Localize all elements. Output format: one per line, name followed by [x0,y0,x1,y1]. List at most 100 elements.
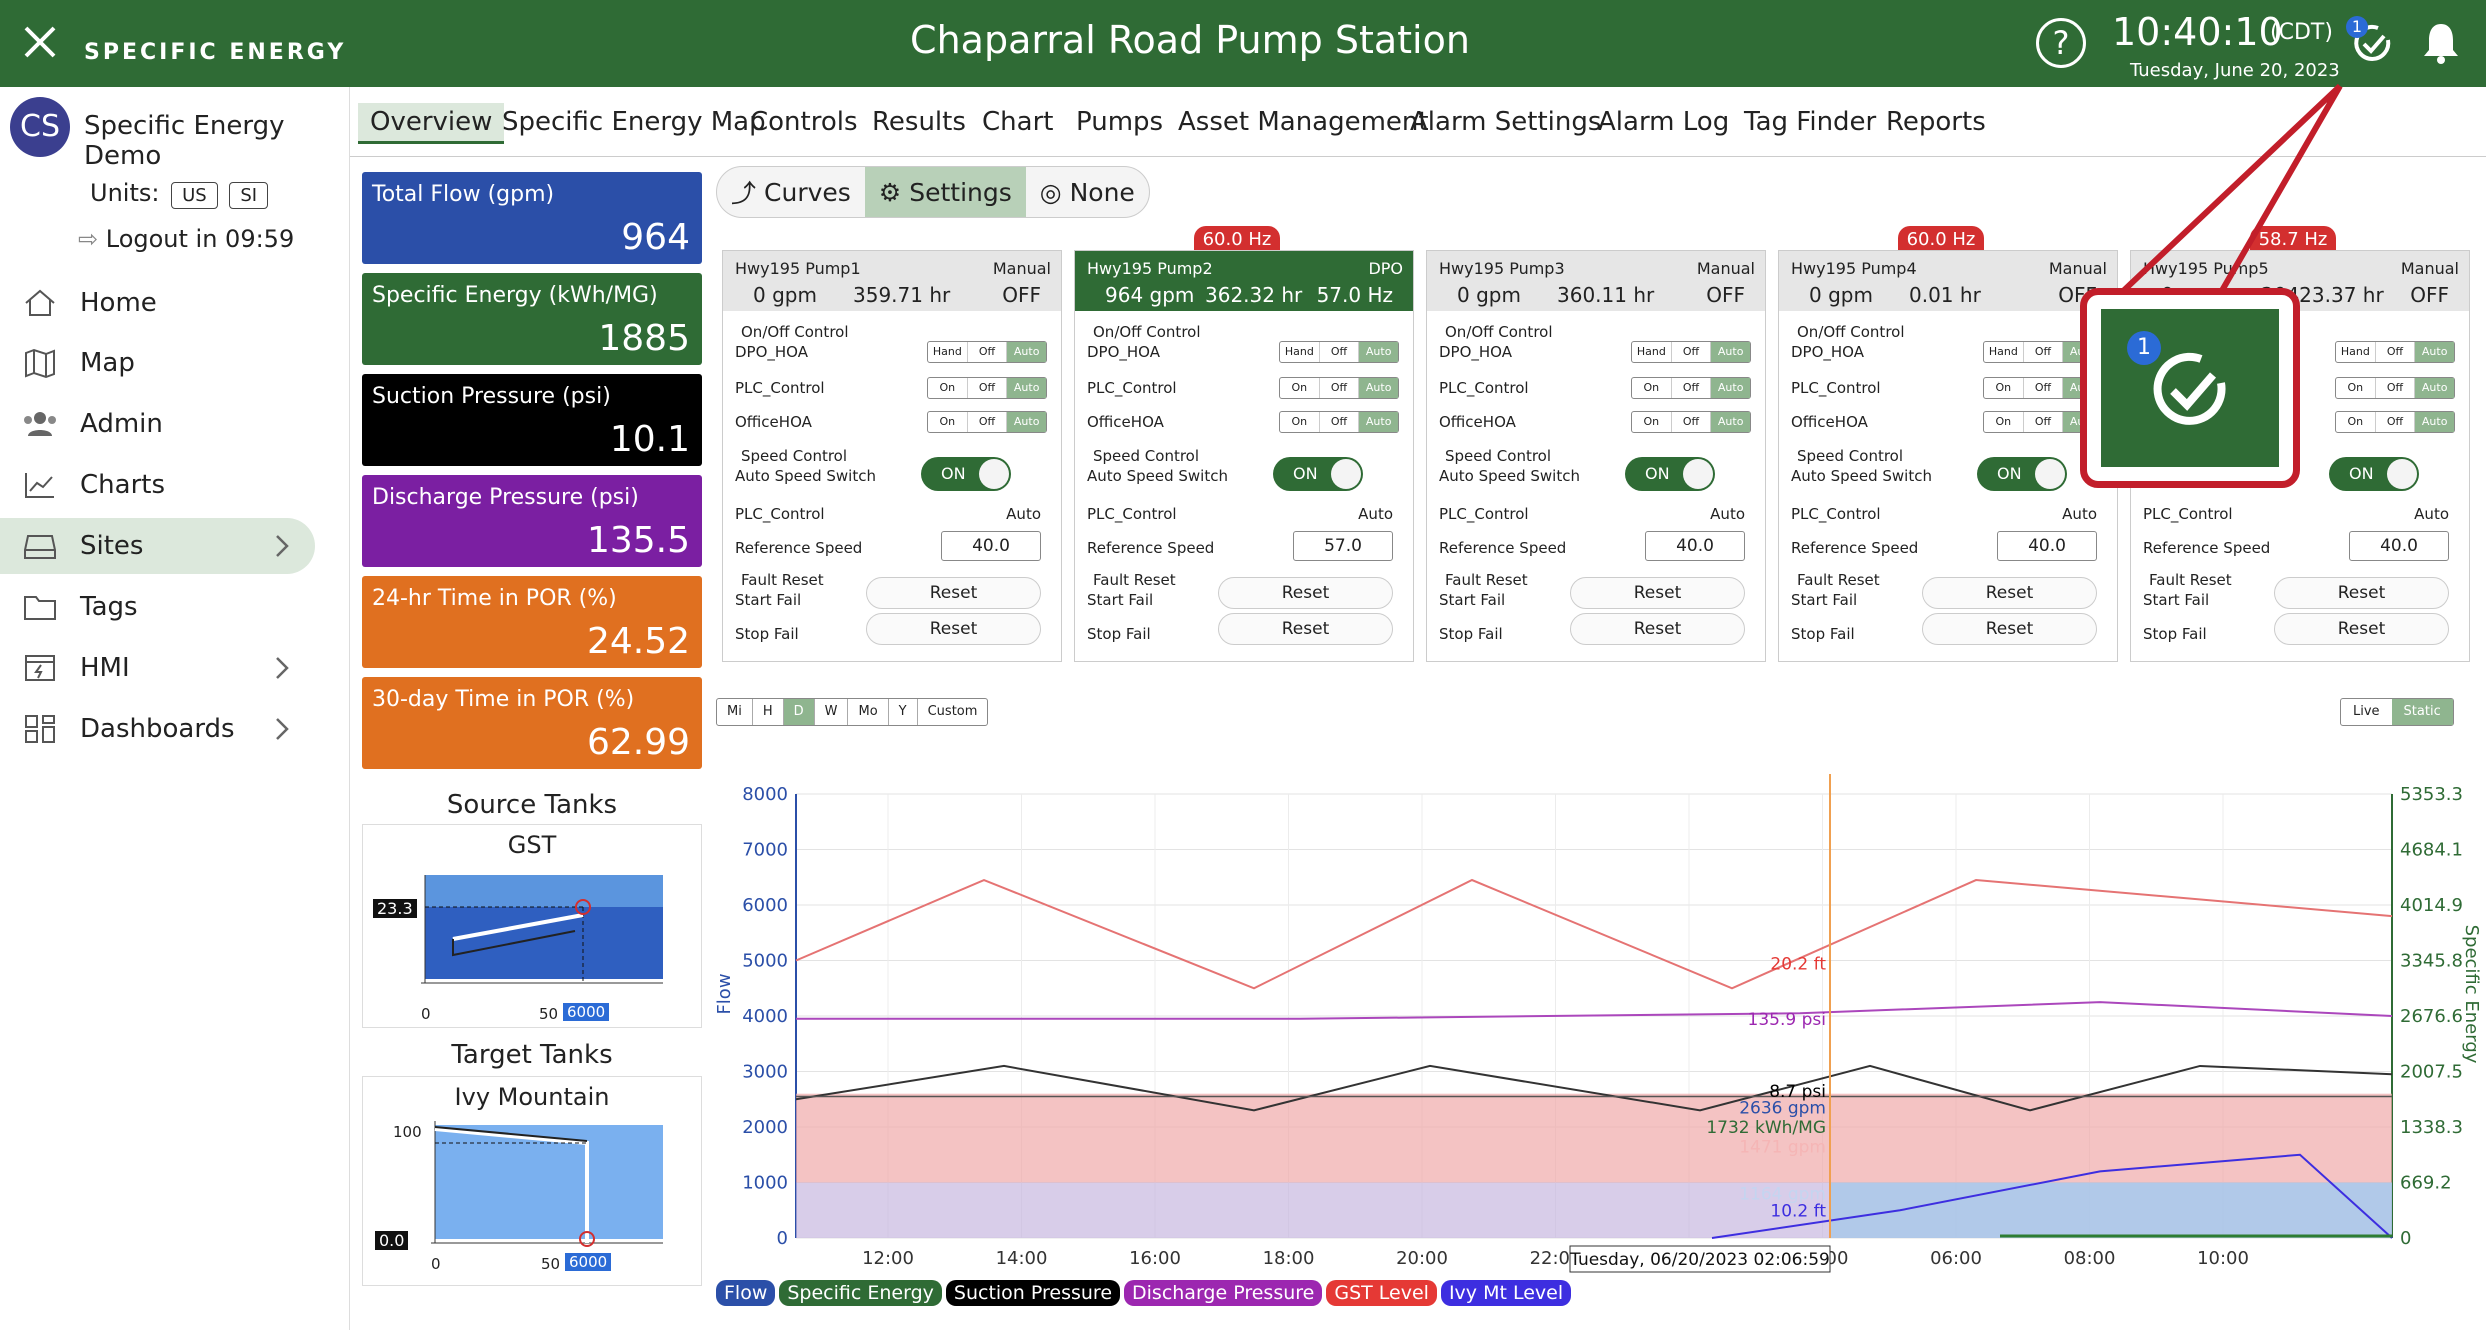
pump-header[interactable]: Hwy195 Pump1 Manual 0 gpm 359.71 hr OFF [723,251,1061,311]
legend-item[interactable]: Flow [716,1280,776,1306]
officehoa-option[interactable]: Auto [2415,412,2455,432]
sidebar-item-map[interactable]: Map [0,335,315,391]
tab-alarm-log[interactable]: Alarm Log [1586,103,1741,141]
start-fail-reset-button[interactable]: Reset [1218,577,1393,609]
plc-control-option[interactable]: Auto [2415,378,2455,398]
tab-tag-finder[interactable]: Tag Finder [1732,103,1888,141]
tab-results[interactable]: Results [860,103,978,141]
sidebar-item-dashboards[interactable]: Dashboards [0,701,315,757]
auto-speed-toggle[interactable]: ON [1977,457,2067,491]
auto-speed-toggle[interactable]: ON [1273,457,1363,491]
reference-speed-input[interactable]: 40.0 [1645,531,1745,561]
sidebar-item-admin[interactable]: Admin [0,396,315,452]
range-day[interactable]: D [783,699,815,725]
dpo-hoa-option[interactable]: Auto [1007,342,1047,362]
tab-alarm-settings[interactable]: Alarm Settings [1398,103,1613,141]
reference-speed-input[interactable]: 40.0 [2349,531,2449,561]
legend-item[interactable]: GST Level [1326,1280,1437,1306]
officehoa-option[interactable]: Off [2024,412,2064,432]
officehoa-option[interactable]: Off [2376,412,2416,432]
sidebar-item-charts[interactable]: Charts [0,457,315,513]
dpo-hoa-option[interactable]: Off [2376,342,2416,362]
start-fail-reset-button[interactable]: Reset [1570,577,1745,609]
auto-speed-toggle[interactable]: ON [2329,457,2419,491]
stop-fail-reset-button[interactable]: Reset [1922,613,2097,645]
source-tank-panel[interactable]: GST 23.3 0 50 6000 [362,824,702,1028]
dpo-hoa-option[interactable]: Hand [1280,342,1320,362]
dpo-hoa-option[interactable]: Auto [2415,342,2455,362]
plc-control-option[interactable]: Off [968,378,1008,398]
avatar[interactable]: CS [10,97,70,157]
kpi-total-flow[interactable]: Total Flow (gpm) 964 [362,172,702,264]
help-icon[interactable]: ? [2036,18,2086,68]
range-year[interactable]: Y [889,699,918,725]
dpo-hoa-option[interactable]: Off [1672,342,1712,362]
plc-control-option[interactable]: Auto [1007,378,1047,398]
auto-speed-toggle[interactable]: ON [921,457,1011,491]
pump-header[interactable]: Hwy195 Pump2 DPO 964 gpm 362.32 hr 57.0 Hz [1075,251,1413,311]
sidebar-item-sites[interactable]: Sites [0,518,315,574]
officehoa-option[interactable]: On [928,412,968,432]
tab-overview[interactable]: Overview [358,103,505,144]
auto-speed-toggle[interactable]: ON [1625,457,1715,491]
officehoa-option[interactable]: On [1632,412,1672,432]
bell-icon[interactable] [2418,20,2464,66]
reference-speed-input[interactable]: 57.0 [1293,531,1393,561]
target-tank-panel[interactable]: Ivy Mountain 100 0.0 0 50 6000 [362,1076,702,1286]
range-month[interactable]: Mo [848,699,889,725]
alarm-callout[interactable]: 1 [2080,288,2300,488]
tab-pumps[interactable]: Pumps [1064,103,1175,141]
officehoa-option[interactable]: On [1280,412,1320,432]
unit-us-button[interactable]: US [171,182,218,209]
start-fail-reset-button[interactable]: Reset [1922,577,2097,609]
dpo-hoa-option[interactable]: Hand [1632,342,1672,362]
range-hour[interactable]: H [753,699,784,725]
legend-item[interactable]: Specific Energy [779,1280,942,1306]
mode-curves-button[interactable]: ⤴ Curves [717,167,865,217]
stop-fail-reset-button[interactable]: Reset [2274,613,2449,645]
stop-fail-reset-button[interactable]: Reset [1218,613,1393,645]
tab-chart[interactable]: Chart [970,103,1065,141]
dpo-hoa-option[interactable]: Auto [1359,342,1399,362]
officehoa-option[interactable]: Auto [1711,412,1751,432]
sidebar-item-hmi[interactable]: HMI [0,640,315,696]
reference-speed-input[interactable]: 40.0 [941,531,1041,561]
plc-control-option[interactable]: Auto [1711,378,1751,398]
start-fail-reset-button[interactable]: Reset [2274,577,2449,609]
dpo-hoa-option[interactable]: Hand [2336,342,2376,362]
plc-control-option[interactable]: Auto [1359,378,1399,398]
live-button[interactable]: Live [2341,699,2392,725]
dpo-hoa-option[interactable]: Off [2024,342,2064,362]
dpo-hoa-option[interactable]: Off [1320,342,1360,362]
officehoa-option[interactable]: On [1984,412,2024,432]
mode-none-button[interactable]: ◎ None [1026,167,1149,217]
legend-item[interactable]: Ivy Mt Level [1440,1280,1572,1306]
officehoa-option[interactable]: Auto [1359,412,1399,432]
kpi-30day-por[interactable]: 30-day Time in POR (%) 62.99 [362,677,702,769]
logout-timer[interactable]: ⇨ Logout in 09:59 [78,225,294,253]
plc-control-option[interactable]: Off [2376,378,2416,398]
plc-control-option[interactable]: Off [2024,378,2064,398]
kpi-discharge-pressure[interactable]: Discharge Pressure (psi) 135.5 [362,475,702,567]
plc-control-option[interactable]: On [928,378,968,398]
dpo-hoa-option[interactable]: Hand [1984,342,2024,362]
plc-control-option[interactable]: Off [1320,378,1360,398]
dpo-hoa-option[interactable]: Off [968,342,1008,362]
unit-si-button[interactable]: SI [229,182,269,209]
plc-control-option[interactable]: Off [1672,378,1712,398]
kpi-suction-pressure[interactable]: Suction Pressure (psi) 10.1 [362,374,702,466]
stop-fail-reset-button[interactable]: Reset [866,613,1041,645]
static-button[interactable]: Static [2391,699,2453,725]
tab-specific-energy-map[interactable]: Specific Energy Map [490,103,778,141]
mode-settings-button[interactable]: ⚙ Settings [864,167,1026,217]
trend-chart[interactable]: 0 1000 2000 3000 4000 5000 6000 7000 8000 0 669.2 1… [700,734,2486,1278]
stop-fail-reset-button[interactable]: Reset [1570,613,1745,645]
reference-speed-input[interactable]: 40.0 [1997,531,2097,561]
dpo-hoa-option[interactable]: Auto [1711,342,1751,362]
range-minute[interactable]: Mi [717,699,753,725]
sidebar-item-home[interactable]: Home [0,275,315,331]
range-week[interactable]: W [815,699,849,725]
start-fail-reset-button[interactable]: Reset [866,577,1041,609]
range-custom[interactable]: Custom [918,699,988,725]
tab-controls[interactable]: Controls [738,103,870,141]
